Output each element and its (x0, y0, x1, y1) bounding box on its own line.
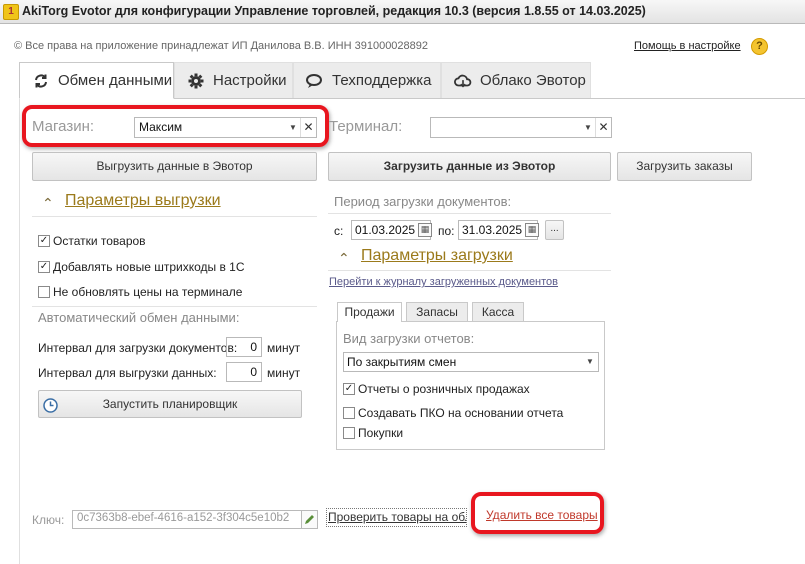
key-label: Ключ: (32, 513, 65, 527)
checkbox-pko[interactable]: Создавать ПКО на основании отчета (343, 406, 563, 420)
checkbox-box[interactable] (38, 286, 50, 298)
checkbox-label: Остатки товаров (53, 234, 146, 248)
checkbox-box[interactable]: ✓ (38, 235, 50, 247)
scheduler-button[interactable]: Запустить планировщик (38, 390, 302, 418)
checkbox-box[interactable] (343, 427, 355, 439)
copyright-text: © Все права на приложение принадлежат ИП… (14, 40, 429, 52)
subtab-sales[interactable]: Продажи (337, 302, 402, 322)
interval-upload-label: Интервал для выгрузки данных: (38, 366, 217, 380)
tab-support[interactable]: Техподдержка (293, 62, 441, 98)
help-link[interactable]: Помощь в настройке (634, 40, 741, 52)
checkbox-label: Отчеты о розничных продажах (358, 382, 530, 396)
clock-icon (43, 396, 58, 413)
checkbox-box[interactable]: ✓ (343, 383, 355, 395)
tab-label: Настройки (213, 72, 287, 89)
checkbox-box[interactable] (343, 407, 355, 419)
from-label: с: (334, 224, 344, 238)
sync-icon (32, 72, 50, 90)
cloud-icon (454, 72, 472, 90)
checkbox-barcodes[interactable]: ✓ Добавлять новые штрихкоды в 1С (38, 260, 245, 274)
chat-icon (306, 72, 324, 90)
download-params-title[interactable]: Параметры загрузки (361, 247, 513, 265)
panel-border (19, 98, 20, 564)
check-products-link[interactable]: Проверить товары на облаке (326, 508, 467, 527)
unit-label: минут (267, 341, 301, 355)
app-icon: 1 (3, 4, 19, 20)
checkbox-box[interactable]: ✓ (38, 261, 50, 273)
store-highlight (22, 105, 329, 147)
report-type-select[interactable]: По закрытиям смен (343, 352, 599, 372)
divider (328, 213, 611, 214)
checkbox-purchases[interactable]: Покупки (343, 426, 403, 440)
subtab-stocks[interactable]: Запасы (406, 302, 468, 321)
interval-upload-input[interactable]: 0 (226, 362, 262, 382)
download-button[interactable]: Загрузить данные из Эвотор (328, 152, 611, 181)
subtab-cash[interactable]: Касса (472, 302, 524, 321)
gear-icon (187, 72, 205, 90)
checkbox-label: Создавать ПКО на основании отчета (358, 406, 564, 420)
key-input[interactable]: 0c7363b8-ebef-4616-a152-3f304c5e10b2 (72, 510, 302, 529)
period-picker-button[interactable]: ... (545, 220, 564, 240)
unit-label: минут (267, 366, 301, 380)
tab-label: Обмен данными (58, 72, 173, 89)
report-type-label: Вид загрузки отчетов: (343, 331, 475, 346)
tab-exchange[interactable]: Обмен данными (19, 62, 174, 99)
checkbox-stock[interactable]: ✓ Остатки товаров (38, 234, 146, 248)
upload-button[interactable]: Выгрузить данные в Эвотор (32, 152, 317, 181)
interval-download-label: Интервал для загрузки документов: (38, 341, 238, 355)
checkbox-label: Покупки (358, 426, 404, 440)
collapse-icon[interactable]: ⌃ (338, 250, 350, 267)
calendar-icon[interactable]: ▦ (525, 223, 539, 237)
period-title: Период загрузки документов: (334, 194, 512, 209)
tab-cloud[interactable]: Облако Эвотор (441, 62, 591, 98)
tab-label: Техподдержка (332, 72, 432, 89)
checkbox-label: Добавлять новые штрихкоды в 1С (53, 260, 245, 274)
tab-settings[interactable]: Настройки (174, 62, 293, 98)
divider (328, 270, 611, 271)
divider (32, 306, 317, 307)
tab-label: Облако Эвотор (480, 72, 586, 89)
checkbox-retail-reports[interactable]: ✓ Отчеты о розничных продажах (343, 382, 530, 396)
journal-link[interactable]: Перейти к журналу загруженных документов (329, 276, 558, 288)
scheduler-label: Запустить планировщик (102, 397, 238, 411)
help-icon[interactable]: ? (751, 38, 768, 55)
auto-exchange-title: Автоматический обмен данными: (38, 310, 240, 325)
collapse-icon[interactable]: ⌃ (42, 195, 54, 212)
chevron-down-icon[interactable]: ▼ (581, 118, 595, 137)
clear-terminal-button[interactable]: ✕ (595, 118, 611, 137)
orders-button[interactable]: Загрузить заказы (617, 152, 752, 181)
checkbox-label: Не обновлять цены на терминале (53, 285, 243, 299)
to-label: по: (438, 224, 455, 238)
chevron-down-icon[interactable]: ▼ (583, 353, 597, 371)
delete-highlight (471, 492, 604, 534)
upload-params-title[interactable]: Параметры выгрузки (65, 192, 221, 210)
checkbox-no-prices[interactable]: Не обновлять цены на терминале (38, 285, 242, 299)
divider (32, 216, 317, 217)
window-title: AkiTorg Evotor для конфигурации Управлен… (22, 4, 646, 18)
edit-icon[interactable] (301, 510, 318, 529)
interval-download-input[interactable]: 0 (226, 337, 262, 357)
terminal-label: Терминал: (329, 118, 403, 135)
calendar-icon[interactable]: ▦ (418, 223, 432, 237)
